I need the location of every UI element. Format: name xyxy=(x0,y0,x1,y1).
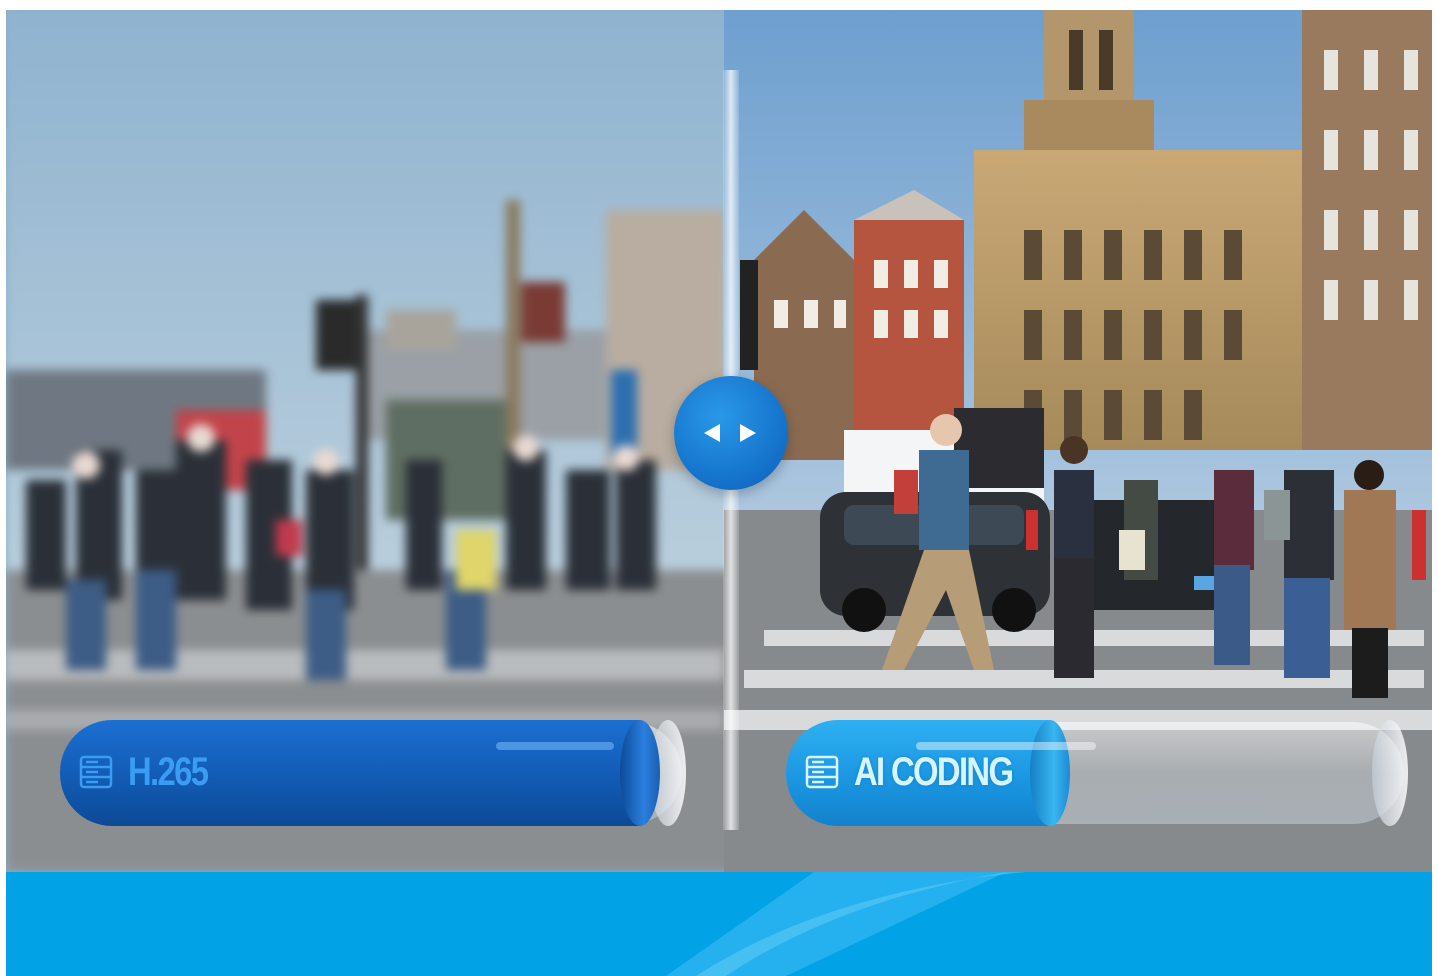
footer-banner xyxy=(6,872,1432,976)
bar-fill-cap xyxy=(620,720,660,826)
server-icon xyxy=(805,755,839,789)
bar-endcap xyxy=(1372,720,1408,826)
bar-gloss xyxy=(496,742,614,750)
comparison-view: H.265 AI CODING xyxy=(6,10,1432,872)
h265-bitrate-bar: H.265 xyxy=(60,720,686,826)
ai-coding-label-text: AI CODING xyxy=(854,749,1014,794)
compare-slider-handle[interactable] xyxy=(674,376,788,490)
ai-coding-bitrate-bar: AI CODING xyxy=(786,720,1408,826)
h265-label: H.265 xyxy=(78,750,225,794)
footer-decor xyxy=(666,872,1026,976)
server-icon xyxy=(79,755,113,789)
h265-label-text: H.265 xyxy=(128,749,209,794)
ai-coding-label: AI CODING xyxy=(804,750,1047,794)
left-arrow-icon xyxy=(704,424,720,442)
right-arrow-icon xyxy=(740,424,756,442)
